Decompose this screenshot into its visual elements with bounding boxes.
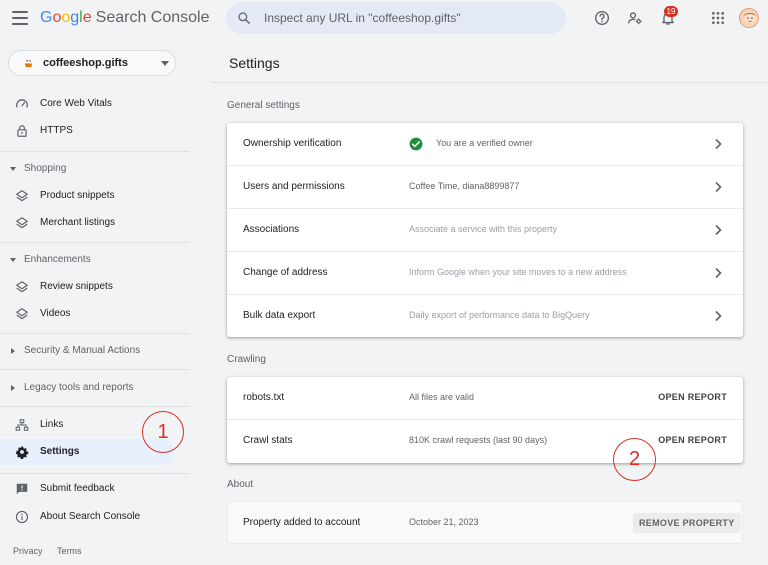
top-app-bar: GoogleSearch Console 19 <box>0 0 768 38</box>
layers-icon <box>16 217 28 229</box>
settings-row-associations[interactable]: Associations Associate a service with th… <box>227 209 743 252</box>
sidebar-item-videos[interactable]: Videos <box>0 301 175 327</box>
crawling-heading: Crawling <box>227 354 266 365</box>
chevron-right-icon <box>715 224 722 236</box>
annotation-circle-2: 2 <box>613 438 656 481</box>
lock-icon <box>17 125 27 137</box>
page-title: Settings <box>229 55 280 71</box>
feedback-icon <box>16 483 28 495</box>
privacy-link[interactable]: Privacy <box>13 546 43 556</box>
settings-row-users-and-permissions[interactable]: Users and permissions Coffee Time, diana… <box>227 166 743 209</box>
sidebar-item-review-snippets[interactable]: Review snippets <box>0 274 175 300</box>
avatar-face-icon <box>740 9 758 27</box>
crawling-card: robots.txt All files are valid OPEN REPO… <box>227 377 743 463</box>
sidebar-item-merchant-listings[interactable]: Merchant listings <box>0 210 175 236</box>
about-card: Property added to account October 21, 20… <box>227 501 743 544</box>
settings-row-ownership-verification[interactable]: Ownership verification You are a verifie… <box>227 123 743 166</box>
sidebar-section-security-manual-actions[interactable]: Security & Manual Actions <box>0 342 175 360</box>
general-settings-card: Ownership verification You are a verifie… <box>227 123 743 337</box>
sidebar-divider <box>0 333 190 334</box>
search-input[interactable] <box>264 2 554 34</box>
layers-icon <box>16 190 28 202</box>
chevron-right-icon <box>715 181 722 193</box>
layers-icon <box>16 308 28 320</box>
caret-right-icon <box>11 348 15 354</box>
property-name: coffeeshop.gifts <box>43 57 128 69</box>
caret-down-icon <box>10 167 16 171</box>
search-console-logo[interactable]: Google Search Console <box>40 9 209 27</box>
caret-right-icon <box>11 385 15 391</box>
sidebar-divider <box>0 406 190 407</box>
sidebar-item-https[interactable]: HTTPS <box>0 118 175 144</box>
sidebar-divider <box>0 151 190 152</box>
sitemap-icon <box>15 419 29 431</box>
chevron-right-icon <box>715 267 722 279</box>
apps-grid-icon[interactable] <box>710 10 726 26</box>
terms-link[interactable]: Terms <box>57 546 82 556</box>
sidebar-item-about-search-console[interactable]: About Search Console <box>0 504 175 530</box>
property-selector[interactable]: coffeeshop.gifts <box>8 50 176 76</box>
sidebar-section-shopping[interactable]: Shopping <box>0 160 175 178</box>
property-favicon-icon <box>24 59 33 68</box>
manage-users-icon[interactable] <box>627 10 643 26</box>
settings-row-bulk-data-export[interactable]: Bulk data export Daily export of perform… <box>227 295 743 338</box>
about-row-property-added: Property added to account October 21, 20… <box>227 502 743 545</box>
sidebar-divider <box>0 242 190 243</box>
caret-down-icon <box>10 258 16 262</box>
title-divider <box>211 82 768 83</box>
hamburger-menu-icon[interactable] <box>12 11 28 25</box>
open-report-button[interactable]: OPEN REPORT <box>658 435 727 445</box>
product-name: Search Console <box>95 9 210 26</box>
info-icon <box>15 510 29 524</box>
help-icon[interactable] <box>594 10 610 26</box>
layers-icon <box>16 281 28 293</box>
speedometer-icon <box>16 99 28 108</box>
crawling-row-crawl-stats: Crawl stats 810K crawl requests (last 90… <box>243 435 727 446</box>
sidebar-section-enhancements[interactable]: Enhancements <box>0 251 175 269</box>
crawling-row-robots-txt: robots.txt All files are valid OPEN REPO… <box>227 377 743 420</box>
settings-row-change-of-address[interactable]: Change of address Inform Google when you… <box>227 252 743 295</box>
verified-check-icon <box>409 137 423 151</box>
open-report-button[interactable]: OPEN REPORT <box>658 392 727 402</box>
sidebar-item-submit-feedback[interactable]: Submit feedback <box>0 476 175 502</box>
gear-icon <box>15 445 29 459</box>
remove-property-button[interactable]: REMOVE PROPERTY <box>633 513 741 533</box>
notification-count-badge: 19 <box>664 6 678 17</box>
sidebar-section-legacy-tools[interactable]: Legacy tools and reports <box>0 379 175 397</box>
sidebar-divider <box>0 369 190 370</box>
sidebar-divider <box>0 473 190 474</box>
search-icon <box>238 12 250 24</box>
annotation-circle-1: 1 <box>142 411 184 453</box>
general-settings-heading: General settings <box>227 100 300 111</box>
account-avatar[interactable] <box>739 8 759 28</box>
sidebar-item-product-snippets[interactable]: Product snippets <box>0 183 175 209</box>
chevron-right-icon <box>715 310 722 322</box>
url-inspection-search[interactable] <box>226 2 566 34</box>
sidebar-item-core-web-vitals[interactable]: Core Web Vitals <box>0 91 175 117</box>
about-heading: About <box>227 479 254 490</box>
chevron-right-icon <box>715 138 722 150</box>
chevron-down-icon <box>161 61 169 66</box>
